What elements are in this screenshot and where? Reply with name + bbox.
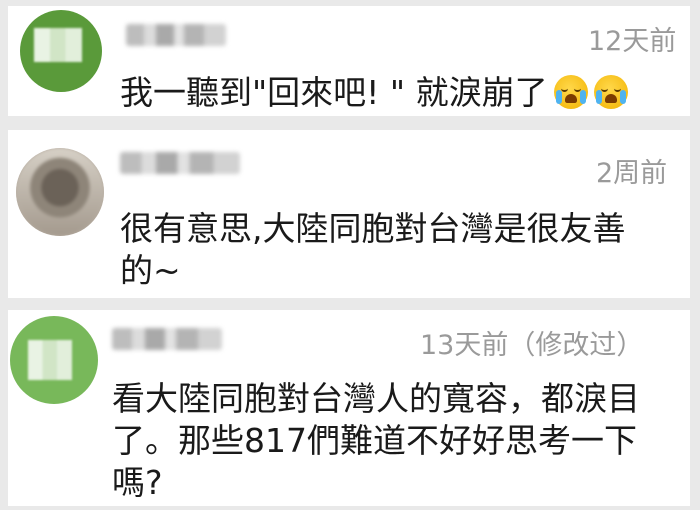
- avatar[interactable]: [10, 316, 98, 404]
- comment-text: 我一聽到"回來吧! " 就淚崩了: [120, 72, 628, 114]
- username-redacted[interactable]: [120, 152, 240, 174]
- comment-card: 12天前 我一聽到"回來吧! " 就淚崩了: [8, 6, 690, 116]
- timestamp: 12天前: [588, 26, 677, 57]
- comment-text-line: 嗎?: [112, 463, 163, 502]
- comment-card: 2周前 很有意思,大陸同胞對台灣是很友善 的~: [8, 130, 690, 298]
- comment-text-line: 了。那些817們難道不好好思考一下: [112, 421, 637, 460]
- comment-text-line: 看大陸同胞對台灣人的寬容，都淚目: [112, 379, 640, 418]
- timestamp: 13天前（修改过）: [420, 330, 644, 361]
- username-redacted[interactable]: [126, 24, 226, 46]
- avatar[interactable]: [20, 10, 102, 92]
- comment-card: 13天前（修改过） 看大陸同胞對台灣人的寬容，都淚目 了。那些817們難道不好好…: [8, 310, 690, 506]
- username-redacted[interactable]: [112, 328, 222, 350]
- comment-text-line: 很有意思,大陸同胞對台灣是很友善: [120, 209, 626, 248]
- crying-face-emoji-icon: [553, 75, 588, 109]
- crying-face-emoji-icon: [593, 75, 628, 109]
- avatar[interactable]: [16, 148, 104, 236]
- timestamp: 2周前: [596, 158, 668, 189]
- comment-text-line: 的~: [120, 251, 181, 290]
